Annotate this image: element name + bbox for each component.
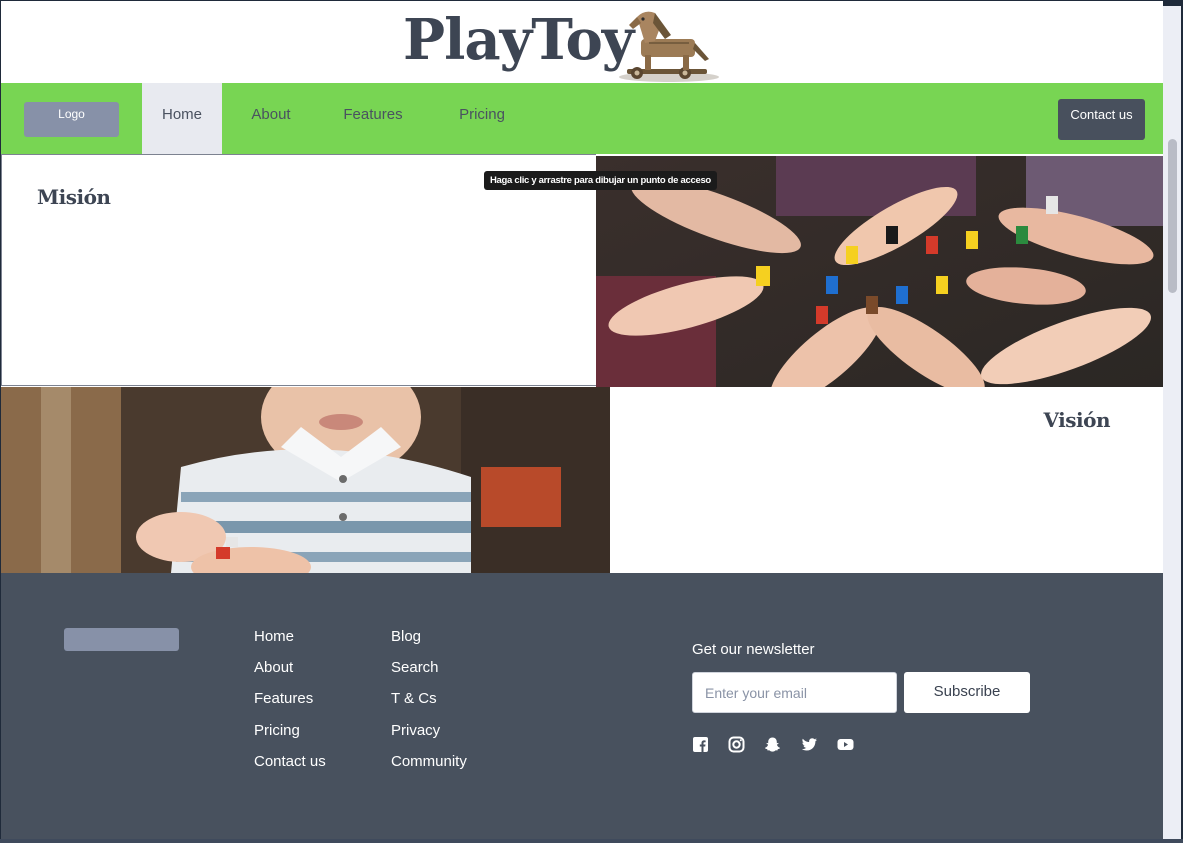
contact-us-button[interactable]: Contact us xyxy=(1058,99,1145,140)
nav-item-home[interactable]: Home xyxy=(142,83,222,154)
youtube-icon[interactable] xyxy=(837,736,854,753)
footer-link-pricing[interactable]: Pricing xyxy=(254,722,300,739)
hotspot-tooltip: Haga clic y arrastre para dibujar un pun… xyxy=(484,171,717,190)
footer: Home About Features Pricing Contact us B… xyxy=(1,573,1163,839)
rocking-horse-icon xyxy=(619,11,719,82)
newsletter-email-input[interactable] xyxy=(692,672,897,713)
footer-link-terms[interactable]: T & Cs xyxy=(391,690,437,707)
footer-link-features[interactable]: Features xyxy=(254,690,313,707)
twitter-icon[interactable] xyxy=(801,736,818,753)
footer-logo[interactable] xyxy=(64,628,179,651)
child-playing-image xyxy=(1,387,610,573)
footer-link-blog[interactable]: Blog xyxy=(391,628,421,645)
nav-item-pricing[interactable]: Pricing xyxy=(446,83,518,154)
nav-logo-button[interactable]: Logo xyxy=(24,102,119,137)
window-bottom-edge xyxy=(0,839,1183,843)
snapchat-icon[interactable] xyxy=(764,736,781,753)
footer-link-about[interactable]: About xyxy=(254,659,293,676)
footer-link-home[interactable]: Home xyxy=(254,628,294,645)
instagram-icon[interactable] xyxy=(728,736,745,753)
brand-name: PlayToy xyxy=(403,7,634,73)
vertical-scrollbar[interactable] xyxy=(1163,6,1181,839)
footer-link-community[interactable]: Community xyxy=(391,753,467,770)
page: PlayToy Logo Home About Features Pricing… xyxy=(1,1,1163,839)
nav-item-features[interactable]: Features xyxy=(333,83,413,154)
newsletter-label: Get our newsletter xyxy=(692,641,815,658)
hands-with-figures-image xyxy=(596,156,1163,387)
facebook-icon[interactable] xyxy=(692,736,709,753)
brand-header: PlayToy xyxy=(1,1,1163,83)
mission-title: Misión xyxy=(37,185,111,209)
footer-link-privacy[interactable]: Privacy xyxy=(391,722,440,739)
subscribe-button[interactable]: Subscribe xyxy=(904,672,1030,713)
vision-title: Visión xyxy=(1043,408,1110,432)
footer-link-search[interactable]: Search xyxy=(391,659,439,676)
footer-link-contact-us[interactable]: Contact us xyxy=(254,753,326,770)
nav-item-about[interactable]: About xyxy=(236,83,306,154)
main-nav: Logo Home About Features Pricing Contact… xyxy=(1,83,1163,154)
scrollbar-thumb[interactable] xyxy=(1168,139,1177,293)
vision-section: Visión xyxy=(610,387,1163,573)
